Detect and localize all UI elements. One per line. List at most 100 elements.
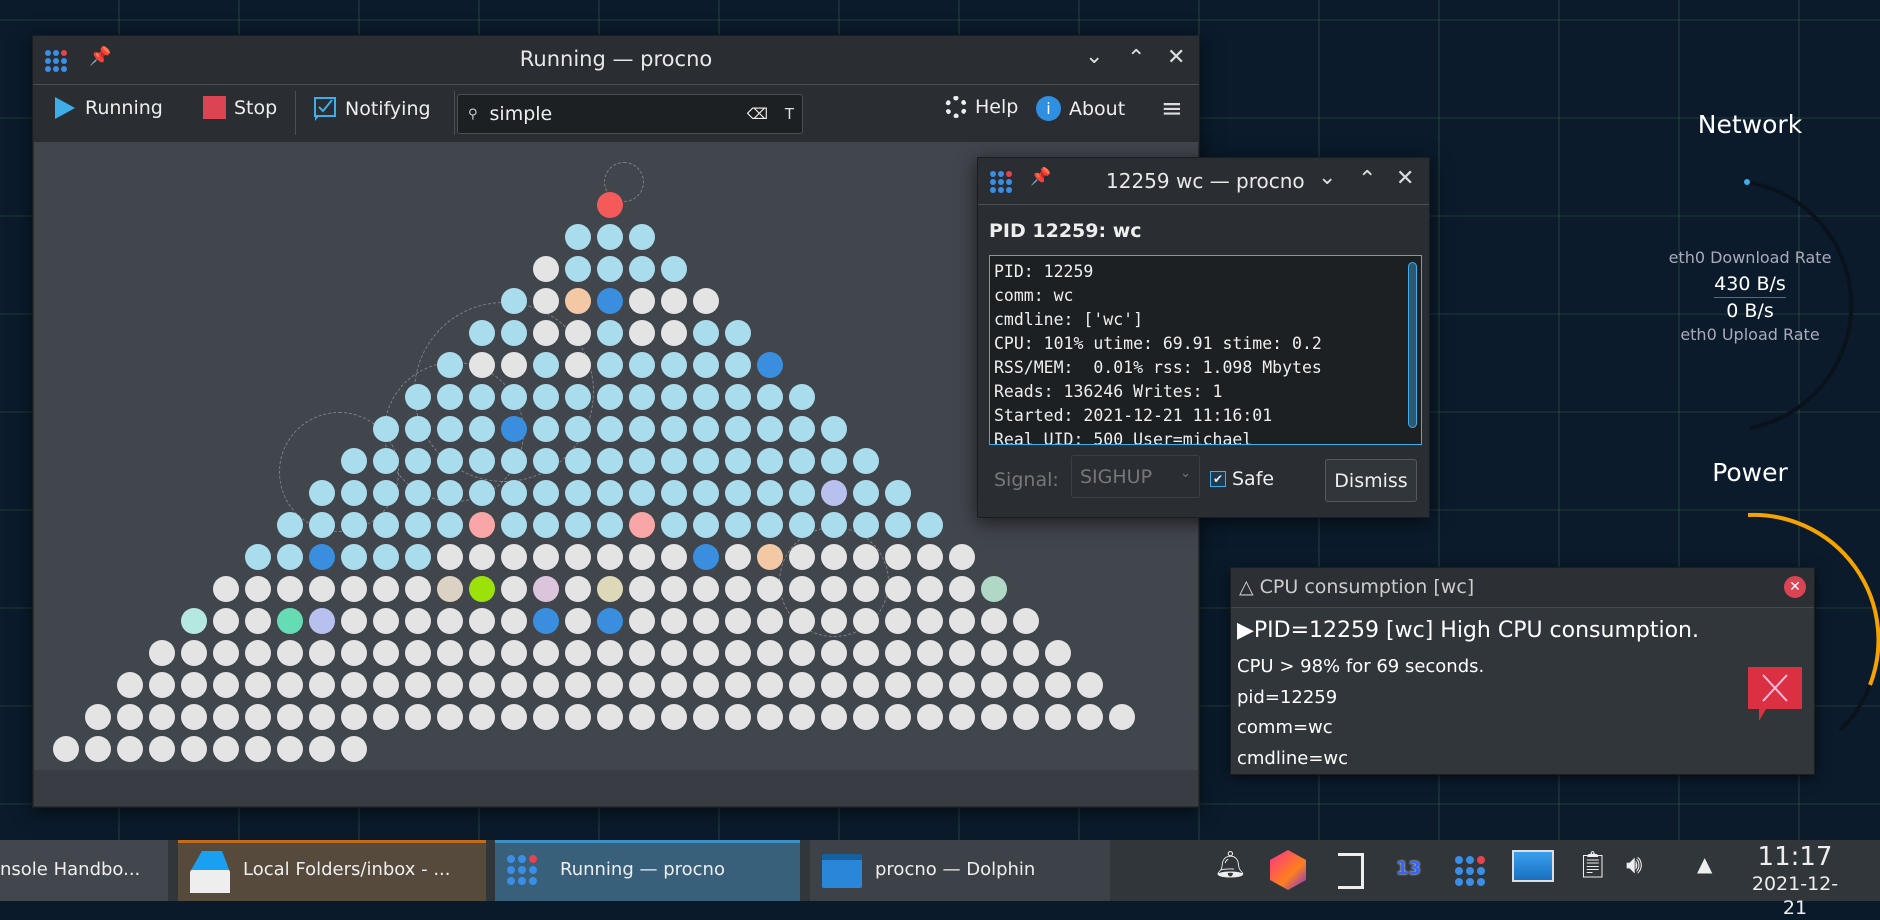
process-circle[interactable]	[309, 480, 335, 506]
process-circle[interactable]	[821, 416, 847, 442]
process-circle[interactable]	[1013, 608, 1039, 634]
process-circle[interactable]	[821, 512, 847, 538]
process-circle[interactable]	[853, 448, 879, 474]
process-circle[interactable]	[565, 672, 591, 698]
process-circle[interactable]	[789, 576, 815, 602]
process-circle[interactable]	[597, 480, 623, 506]
process-circle[interactable]	[469, 576, 495, 602]
process-circle[interactable]	[277, 640, 303, 666]
process-circle[interactable]	[277, 512, 303, 538]
process-circle[interactable]	[245, 672, 271, 698]
process-circle[interactable]	[437, 704, 463, 730]
jetbrains-toolbox-icon[interactable]	[1270, 850, 1306, 890]
process-circle[interactable]	[853, 512, 879, 538]
process-circle[interactable]	[821, 576, 847, 602]
process-circle[interactable]	[373, 512, 399, 538]
process-circle[interactable]	[341, 576, 367, 602]
process-circle[interactable]	[309, 576, 335, 602]
process-circle[interactable]	[245, 576, 271, 602]
process-circle[interactable]	[885, 512, 911, 538]
process-circle[interactable]	[789, 544, 815, 570]
process-circle[interactable]	[821, 544, 847, 570]
process-circle[interactable]	[597, 672, 623, 698]
process-circle[interactable]	[469, 544, 495, 570]
process-circle[interactable]	[789, 416, 815, 442]
process-circle[interactable]	[885, 704, 911, 730]
process-circle[interactable]	[725, 384, 751, 410]
process-circle[interactable]	[885, 544, 911, 570]
process-circle[interactable]	[469, 384, 495, 410]
process-circle[interactable]	[853, 640, 879, 666]
process-circle[interactable]	[469, 480, 495, 506]
process-circle[interactable]	[533, 320, 559, 346]
process-circle[interactable]	[501, 576, 527, 602]
process-circle[interactable]	[629, 384, 655, 410]
process-circle[interactable]	[213, 704, 239, 730]
process-circle[interactable]	[757, 544, 783, 570]
process-circle[interactable]	[181, 640, 207, 666]
process-circle[interactable]	[885, 576, 911, 602]
close-button[interactable]: ✕	[1396, 166, 1414, 191]
process-circle[interactable]	[597, 608, 623, 634]
process-circle[interactable]	[405, 480, 431, 506]
process-circle[interactable]	[597, 352, 623, 378]
process-circle[interactable]	[661, 608, 687, 634]
process-circle[interactable]	[597, 192, 623, 218]
process-circle[interactable]	[565, 448, 591, 474]
process-circle[interactable]	[725, 672, 751, 698]
about-button[interactable]: i About	[1036, 96, 1125, 121]
process-circle[interactable]	[885, 480, 911, 506]
process-circle[interactable]	[373, 576, 399, 602]
process-circle[interactable]	[277, 608, 303, 634]
process-circle[interactable]	[373, 640, 399, 666]
process-circle[interactable]	[533, 480, 559, 506]
process-circle[interactable]	[405, 416, 431, 442]
pin-icon[interactable]: 📌	[89, 46, 111, 67]
process-circle[interactable]	[469, 672, 495, 698]
help-button[interactable]: Help	[945, 96, 1018, 118]
process-circle[interactable]	[565, 352, 591, 378]
process-circle[interactable]	[533, 608, 559, 634]
process-circle[interactable]	[437, 480, 463, 506]
process-circle[interactable]	[661, 384, 687, 410]
process-circle[interactable]	[917, 544, 943, 570]
process-circle[interactable]	[373, 608, 399, 634]
process-circle[interactable]	[565, 704, 591, 730]
process-circle[interactable]	[789, 384, 815, 410]
process-circle[interactable]	[245, 544, 271, 570]
process-circle[interactable]	[789, 640, 815, 666]
process-circle[interactable]	[565, 640, 591, 666]
process-circle[interactable]	[117, 672, 143, 698]
process-circle[interactable]	[373, 672, 399, 698]
process-circle[interactable]	[757, 640, 783, 666]
process-circle[interactable]	[245, 608, 271, 634]
process-circle[interactable]	[437, 608, 463, 634]
process-circle[interactable]	[437, 576, 463, 602]
process-circle[interactable]	[725, 512, 751, 538]
process-circle[interactable]	[117, 736, 143, 762]
process-circle[interactable]	[693, 544, 719, 570]
process-circle[interactable]	[917, 608, 943, 634]
process-circle[interactable]	[629, 416, 655, 442]
process-circle[interactable]	[533, 544, 559, 570]
process-circle[interactable]	[501, 352, 527, 378]
process-circle[interactable]	[501, 384, 527, 410]
process-circle[interactable]	[501, 608, 527, 634]
process-circle[interactable]	[597, 256, 623, 282]
process-circle[interactable]	[565, 384, 591, 410]
process-circle[interactable]	[885, 672, 911, 698]
process-circle[interactable]	[693, 512, 719, 538]
detail-titlebar[interactable]: 📌 12259 wc — procno ⌄ ⌃ ✕	[978, 158, 1429, 205]
process-circle[interactable]	[661, 256, 687, 282]
task-kmail[interactable]: Local Folders/inbox - ...	[178, 840, 486, 901]
process-circle[interactable]	[597, 640, 623, 666]
process-circle[interactable]	[661, 416, 687, 442]
process-circle[interactable]	[341, 736, 367, 762]
notifying-toggle[interactable]: Notifying	[313, 96, 431, 122]
process-circle[interactable]	[1045, 672, 1071, 698]
process-circle[interactable]	[533, 352, 559, 378]
process-circle[interactable]	[501, 672, 527, 698]
process-circle[interactable]	[373, 704, 399, 730]
process-circle[interactable]	[629, 608, 655, 634]
process-circle[interactable]	[597, 384, 623, 410]
